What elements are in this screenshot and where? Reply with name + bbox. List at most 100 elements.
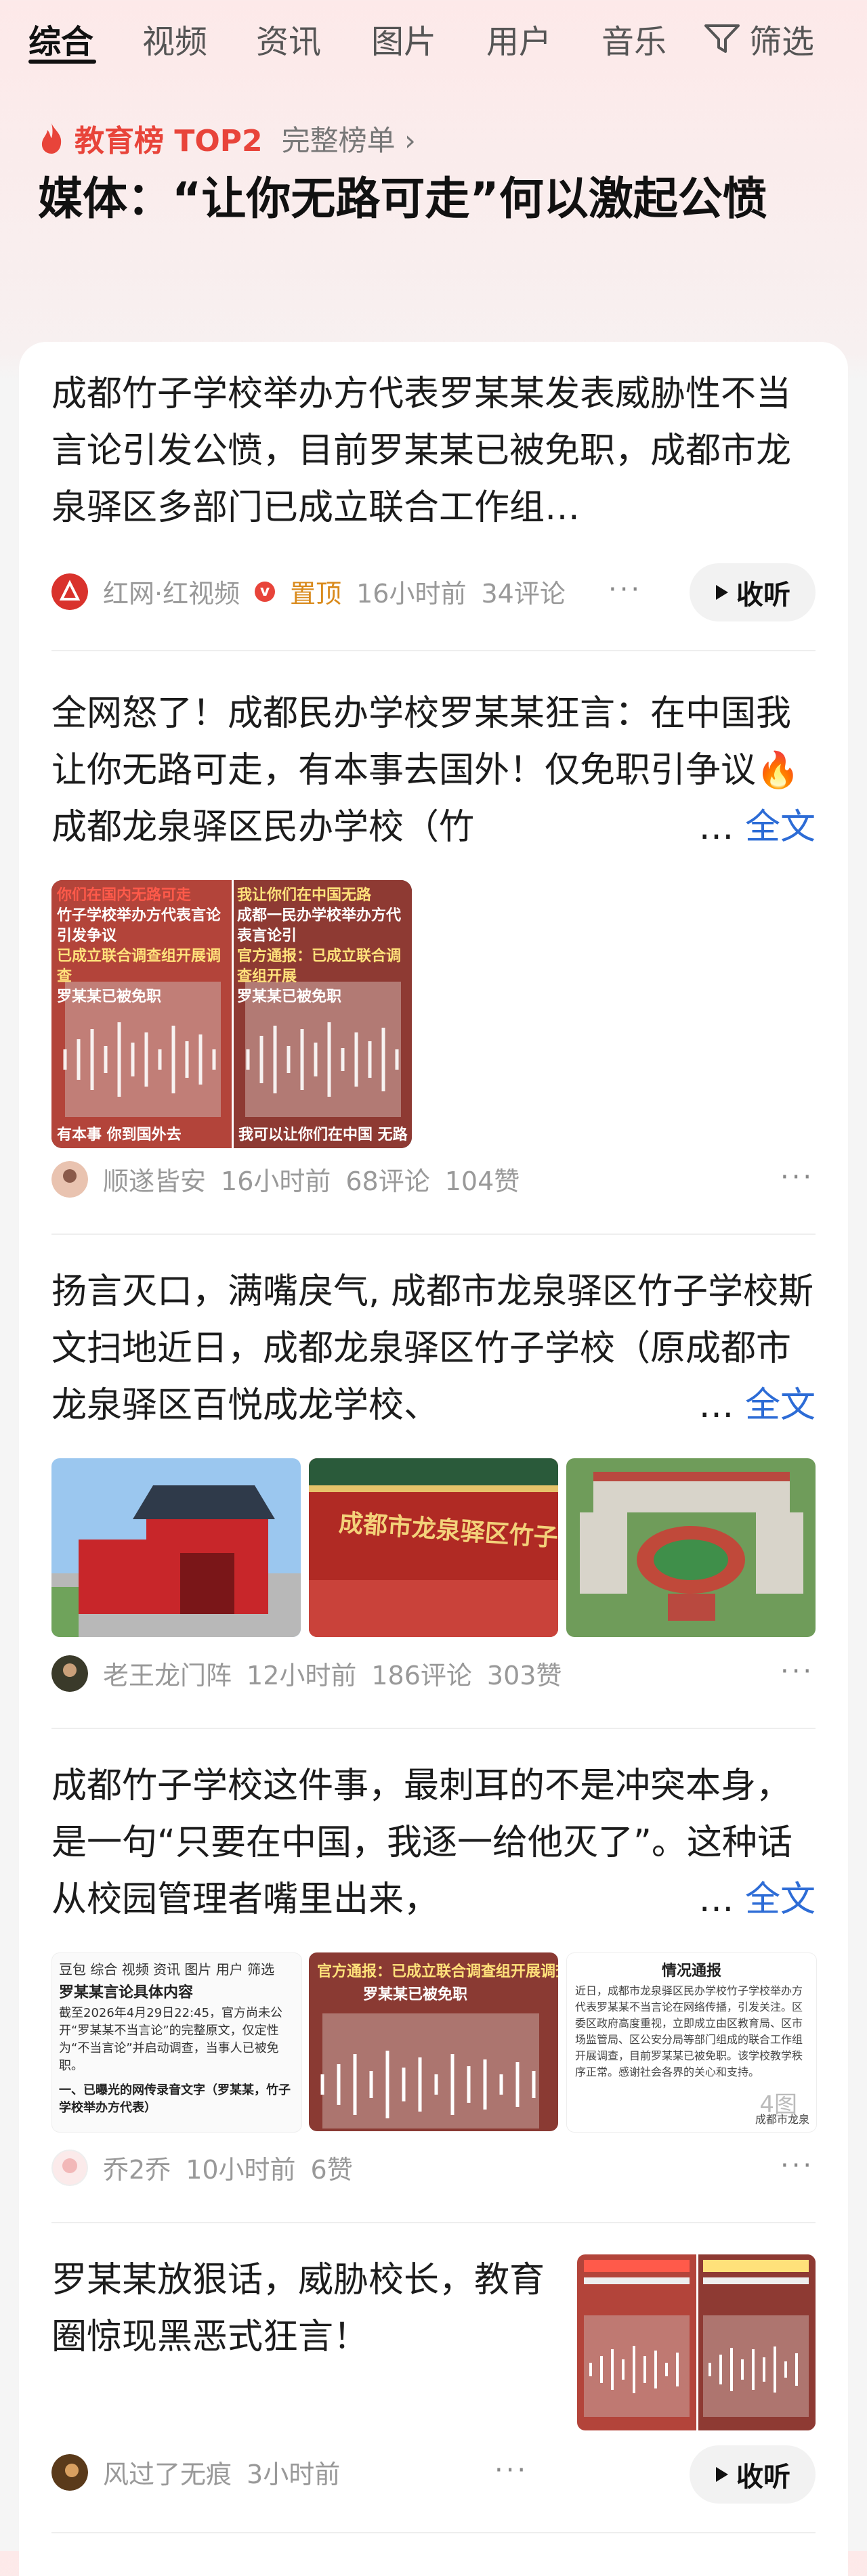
- read-more[interactable]: … 全文: [685, 1377, 816, 1434]
- thumbnail-notice: 官方通报：已成立联合调查组开展: [237, 948, 402, 985]
- screenshot-subtitle: 一、已曝光的网传录音文字（罗某某，竹子学校举办方代表）: [59, 2083, 291, 2115]
- avatar[interactable]: [51, 2453, 88, 2491]
- image-thumbnail-1[interactable]: 豆包 综合 视频 资讯 图片 用户 筛选 罗某某言论具体内容 截至2026年4月…: [51, 1952, 302, 2133]
- full-rank-link[interactable]: 完整榜单 ›: [282, 118, 416, 159]
- ellipsis: …: [698, 807, 734, 848]
- read-more[interactable]: … 全文: [685, 799, 816, 856]
- image-thumbnail-3[interactable]: [566, 1458, 816, 1637]
- notice-title: 情况通报: [661, 1963, 721, 1980]
- more-options-icon[interactable]: ···: [780, 1162, 814, 1193]
- tab-news[interactable]: 资讯: [256, 15, 321, 62]
- thumbnail-notice: 已成立联合调查组开展调查: [57, 948, 221, 985]
- play-icon: [716, 585, 728, 600]
- read-more[interactable]: … 全文: [685, 1871, 816, 1928]
- hot-rank-link[interactable]: 教育榜 TOP2 完整榜单 ›: [38, 116, 416, 160]
- comment-count[interactable]: 34评论: [481, 573, 565, 610]
- author-name[interactable]: 乔2乔: [103, 2149, 171, 2186]
- tab-images[interactable]: 图片: [371, 15, 436, 62]
- divider: [51, 650, 816, 651]
- tab-music[interactable]: 音乐: [601, 15, 667, 62]
- school-aerial-image: [566, 1458, 816, 1637]
- listen-button[interactable]: 收听: [690, 2445, 816, 2504]
- ellipsis: …: [698, 1879, 734, 1920]
- post-card-1[interactable]: 成都竹子学校举办方代表罗某某发表威胁性不当言论引发公愤，目前罗某某已被免职，成都…: [51, 366, 816, 536]
- source-logo-icon: [51, 573, 88, 610]
- more-options-icon[interactable]: ···: [494, 2455, 528, 2486]
- post-time: 16小时前: [221, 1166, 331, 1196]
- pinned-badge: 置顶: [290, 579, 342, 609]
- full-text-link[interactable]: 全文: [745, 1385, 816, 1426]
- thumbnail-caption-right: 我让你们在中国无路 成都一民办学校举办方代表言论引 官方通报：已成立联合调查组开…: [237, 886, 408, 1007]
- post-text[interactable]: 罗某某放狠话，威胁校长，教育圈惊现黑恶式狂言！: [51, 2252, 553, 2365]
- author-name[interactable]: 老王龙门阵: [103, 1655, 232, 1692]
- post-meta-5: 风过了无痕 3小时前: [51, 2453, 340, 2491]
- screenshot-body: 截至2026年4月29日22:45，官方尚未公开“罗某某不当言论”的完整原文，仅…: [59, 2006, 283, 2073]
- post-card-3[interactable]: 扬言灭口，满嘴戾气, 成都市龙泉驿区竹子学校斯文扫地近日，成都龙泉驿区竹子学校（…: [51, 1263, 816, 1434]
- full-text-link[interactable]: 全文: [745, 807, 816, 848]
- full-text-link[interactable]: 全文: [745, 1879, 816, 1920]
- divider: [51, 2532, 816, 2533]
- ellipsis: …: [698, 1385, 734, 1426]
- divider: [51, 1234, 816, 1235]
- notice-body: 近日，成都市龙泉驿区民办学校竹子学校举办方代表罗某某不当言论在网络传播，引发关注…: [575, 1984, 803, 2078]
- listen-label: 收听: [736, 580, 790, 611]
- post-meta-1: 红网·红视频 v 置顶 16小时前 34评论: [51, 573, 566, 610]
- image-thumbnail-3[interactable]: 情况通报 近日，成都市龙泉驿区民办学校竹子学校举办方代表罗某某不当言论在网络传播…: [566, 1952, 817, 2133]
- screenshot-title: 罗某某言论具体内容: [59, 1984, 194, 2001]
- play-icon: [716, 2467, 728, 2482]
- more-options-icon[interactable]: ···: [780, 2150, 814, 2181]
- verified-icon: v: [255, 581, 276, 602]
- rank-title: 教育榜 TOP2: [75, 124, 263, 158]
- avatar[interactable]: [51, 1160, 88, 1198]
- comment-count[interactable]: 186评论: [371, 1655, 472, 1692]
- image-thumbnail-2[interactable]: 官方通报：已成立联合调查组开展调查 罗某某已被免职: [309, 1952, 558, 2131]
- post-text[interactable]: 成都竹子学校举办方代表罗某某发表威胁性不当言论引发公愤，目前罗某某已被免职，成都…: [51, 366, 816, 536]
- post-card-4[interactable]: 成都竹子学校这件事，最刺耳的不是冲突本身，是一句“只要在中国，我逐一给他灭了”。…: [51, 1758, 816, 1928]
- image-thumbnail-2[interactable]: 成都市龙泉驿区竹子学校: [309, 1458, 558, 1637]
- filter-icon: [704, 24, 740, 53]
- video-thumbnail[interactable]: [577, 2254, 816, 2430]
- more-options-icon[interactable]: ···: [608, 574, 642, 605]
- topic-title[interactable]: 媒体：“让你无路可走”何以激起公愤: [38, 168, 837, 230]
- listen-label: 收听: [736, 2462, 790, 2493]
- filter-label: 筛选: [749, 23, 815, 61]
- more-options-icon[interactable]: ···: [780, 1656, 814, 1687]
- thumbnail-subtitle: 竹子学校举办方代表言论引发争议: [57, 907, 221, 944]
- like-count[interactable]: 6赞: [311, 2149, 353, 2186]
- thumbnail-caption-left: 你们在国内无路可走 竹子学校举办方代表言论引发争议 已成立联合调查组开展调查 罗…: [57, 886, 228, 1007]
- school-gate-image: [51, 1458, 301, 1637]
- image-count-badge: 4图: [759, 2091, 797, 2118]
- search-tabs-bar: 综合 视频 资讯 图片 用户 音乐 筛选: [0, 0, 867, 74]
- tab-video[interactable]: 视频: [142, 15, 207, 62]
- thumbnail-red-text: 罗某某已被免职: [237, 988, 342, 1005]
- post-time: 10小时前: [186, 2155, 296, 2185]
- screenshot-tab-row: 豆包 综合 视频 资讯 图片 用户 筛选: [59, 1961, 275, 1978]
- filter-button[interactable]: 筛选: [703, 15, 814, 62]
- post-time: 3小时前: [247, 2460, 341, 2489]
- thumbnail-bottom-left: 有本事 你到国外去: [57, 1127, 182, 1143]
- listen-button[interactable]: 收听: [690, 563, 816, 621]
- thumbnail-title: 我让你们在中国无路: [237, 887, 372, 904]
- post-card-5[interactable]: 罗某某放狠话，威胁校长，教育圈惊现黑恶式狂言！: [51, 2252, 553, 2365]
- like-count[interactable]: 303赞: [487, 1655, 562, 1692]
- post-meta-2: 顺遂皆安 16小时前 68评论 104赞: [51, 1160, 520, 1198]
- like-count[interactable]: 104赞: [445, 1160, 520, 1198]
- active-tab-indicator: [28, 60, 96, 64]
- avatar[interactable]: [51, 2149, 88, 2186]
- post-card-2[interactable]: 全网怒了！成都民办学校罗某某狂言：在中国我让你无路可走，有本事去国外！仅免职引争…: [51, 685, 816, 856]
- tab-all[interactable]: 综合: [28, 15, 93, 62]
- thumbnail-subtitle: 成都一民办学校举办方代表言论引: [237, 907, 402, 944]
- video-thumbnail[interactable]: 你们在国内无路可走 竹子学校举办方代表言论引发争议 已成立联合调查组开展调查 罗…: [51, 880, 412, 1148]
- image-thumbnail-1[interactable]: [51, 1458, 301, 1637]
- avatar[interactable]: [51, 1655, 88, 1692]
- post-meta-3: 老王龙门阵 12小时前 186评论 303赞: [51, 1655, 562, 1692]
- thumbnail-bottom-right: 我可以让你们在中国 无路: [238, 1127, 408, 1143]
- divider: [51, 1728, 816, 1729]
- tab-users[interactable]: 用户: [486, 15, 551, 62]
- author-name[interactable]: 风过了无痕: [103, 2453, 232, 2491]
- notice-image-heading: 官方通报：已成立联合调查组开展调查: [317, 1963, 558, 1980]
- divider: [51, 2222, 816, 2223]
- comment-count[interactable]: 68评论: [345, 1160, 429, 1198]
- author-name[interactable]: 顺遂皆安: [103, 1160, 206, 1198]
- source-name[interactable]: 红网·红视频: [103, 573, 240, 610]
